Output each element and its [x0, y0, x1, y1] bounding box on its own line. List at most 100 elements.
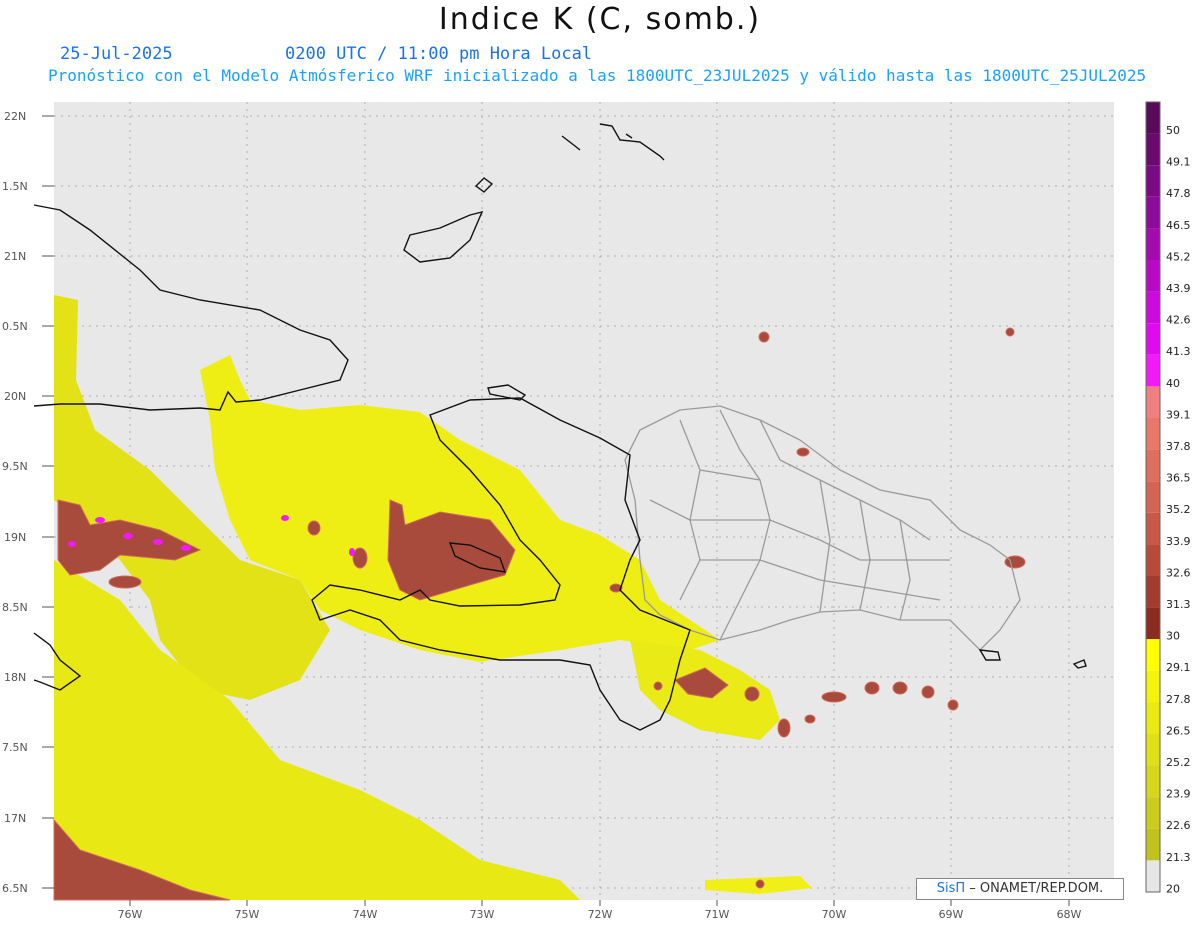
colorbar-label: 49.1: [1166, 156, 1191, 169]
colorbar-swatch: [1146, 165, 1160, 197]
colorbar-swatch: [1146, 734, 1160, 766]
colorbar-swatch: [1146, 765, 1160, 798]
lat-label: 0.5N: [2, 320, 28, 333]
brown-dot-16: [653, 681, 663, 691]
lon-label: 75W: [235, 908, 260, 921]
longitude-labels: 76W 75W 74W 73W 72W 71W 70W 69W 68W: [118, 908, 1082, 921]
magenta-speck-6: [281, 515, 289, 521]
brown-dot-10: [947, 699, 959, 711]
brown-dot-1: [352, 547, 368, 569]
forecast-map: 22N 1.5N 21N 0.5N 20N 9.5N 19N 8.5N 18N …: [2, 101, 1191, 921]
credit-box: SisΠ – ONAMET/REP.DOM.: [916, 878, 1124, 900]
colorbar-label: 50: [1166, 124, 1180, 137]
colorbar-label: 26.5: [1166, 724, 1191, 737]
lon-ticks: [129, 900, 1070, 906]
magenta-speck-7: [349, 548, 355, 556]
brown-dot-7: [864, 681, 880, 695]
colorbar-label: 31.3: [1166, 598, 1191, 611]
colorbar-swatch: [1146, 639, 1160, 671]
brown-dot-15: [796, 447, 810, 457]
colorbar-swatch: [1146, 702, 1160, 734]
colorbar-label: 21.3: [1166, 851, 1191, 864]
lat-label: 8.5N: [2, 601, 28, 614]
brown-dot-14: [1005, 327, 1015, 337]
colorbar-label: 35.2: [1166, 503, 1191, 516]
colorbar-label: 23.9: [1166, 788, 1191, 801]
colorbar-label: 46.5: [1166, 219, 1191, 232]
colorbar-swatch: [1146, 386, 1160, 418]
colorbar-label: 45.2: [1166, 250, 1191, 263]
lat-label: 19N: [4, 531, 26, 544]
colorbar-swatch: [1146, 196, 1160, 229]
colorbar-label: 25.2: [1166, 756, 1191, 769]
lat-label: 18N: [4, 671, 26, 684]
lat-label: 21N: [4, 250, 26, 263]
brown-dot-5: [777, 718, 791, 738]
magenta-speck-2: [95, 517, 105, 523]
colorbar-swatch: [1146, 797, 1160, 829]
colorbar-label: 41.3: [1166, 345, 1191, 358]
brown-dot-8: [892, 681, 908, 695]
colorbar-label: 32.6: [1166, 566, 1191, 579]
colorbar-label: 47.8: [1166, 187, 1191, 200]
colorbar-swatch: [1146, 133, 1160, 166]
brown-dot-18: [755, 879, 765, 889]
lat-label: 7.5N: [2, 741, 28, 754]
colorbar: 50 49.1 47.8 46.5 45.2 43.9 42.6 41.3 40 39.1 37.8…: [1145, 101, 1191, 895]
lat-ticks: [42, 115, 54, 889]
credit-text: – ONAMET/REP.DOM.: [965, 881, 1104, 896]
magenta-speck-1: [68, 541, 76, 547]
colorbar-swatch: [1146, 544, 1160, 576]
colorbar-swatch: [1146, 418, 1160, 450]
lon-label: 71W: [705, 908, 730, 921]
lat-label: 22N: [4, 110, 26, 123]
brown-dot-11: [804, 714, 816, 724]
colorbar-label: 39.1: [1166, 408, 1191, 421]
lon-label: 70W: [822, 908, 847, 921]
colorbar-swatch: [1146, 228, 1160, 260]
magenta-speck-4: [153, 539, 163, 545]
colorbar-swatch: [1146, 828, 1160, 861]
lat-label: 1.5N: [2, 180, 28, 193]
brown-dot-13: [758, 331, 770, 343]
colorbar-swatch: [1146, 481, 1160, 513]
brown-dot-6: [821, 691, 847, 703]
colorbar-swatch: [1146, 354, 1160, 387]
colorbar-label: 33.9: [1166, 535, 1191, 548]
colorbar-label: 22.6: [1166, 819, 1191, 832]
colorbar-swatch: [1146, 102, 1160, 134]
brown-dot-9: [921, 685, 935, 699]
colorbar-swatch: [1146, 860, 1160, 892]
brown-dot-2: [108, 575, 142, 589]
colorbar-swatch: [1146, 449, 1160, 482]
colorbar-swatch: [1146, 670, 1160, 703]
lon-label: 69W: [939, 908, 964, 921]
lat-label: 20N: [4, 390, 26, 403]
colorbar-label: 29.1: [1166, 661, 1191, 674]
colorbar-swatch: [1146, 291, 1160, 324]
colorbar-label: 30: [1166, 630, 1180, 643]
lat-label: 9.5N: [2, 460, 28, 473]
colorbar-swatch: [1146, 260, 1160, 292]
magenta-speck-5: [181, 545, 191, 551]
lon-label: 73W: [470, 908, 495, 921]
colorbar-swatch: [1146, 323, 1160, 355]
lon-label: 76W: [118, 908, 143, 921]
colorbar-label: 43.9: [1166, 282, 1191, 295]
colorbar-swatch: [1146, 512, 1160, 545]
lon-label: 68W: [1057, 908, 1082, 921]
colorbar-label: 36.5: [1166, 472, 1191, 485]
lon-label: 72W: [588, 908, 613, 921]
brown-dot-3: [307, 520, 321, 536]
colorbar-swatch: [1146, 576, 1160, 608]
lat-label: 6.5N: [2, 882, 28, 895]
colorbar-label: 42.6: [1166, 314, 1191, 327]
colorbar-label: 20: [1166, 882, 1180, 895]
colorbar-label: 27.8: [1166, 693, 1191, 706]
lon-label: 74W: [353, 908, 378, 921]
colorbar-swatch: [1146, 607, 1160, 640]
sispi-logo: SisΠ: [936, 881, 966, 896]
colorbar-label: 37.8: [1166, 440, 1191, 453]
brown-dot-4: [744, 686, 760, 702]
lat-label: 17N: [4, 812, 26, 825]
